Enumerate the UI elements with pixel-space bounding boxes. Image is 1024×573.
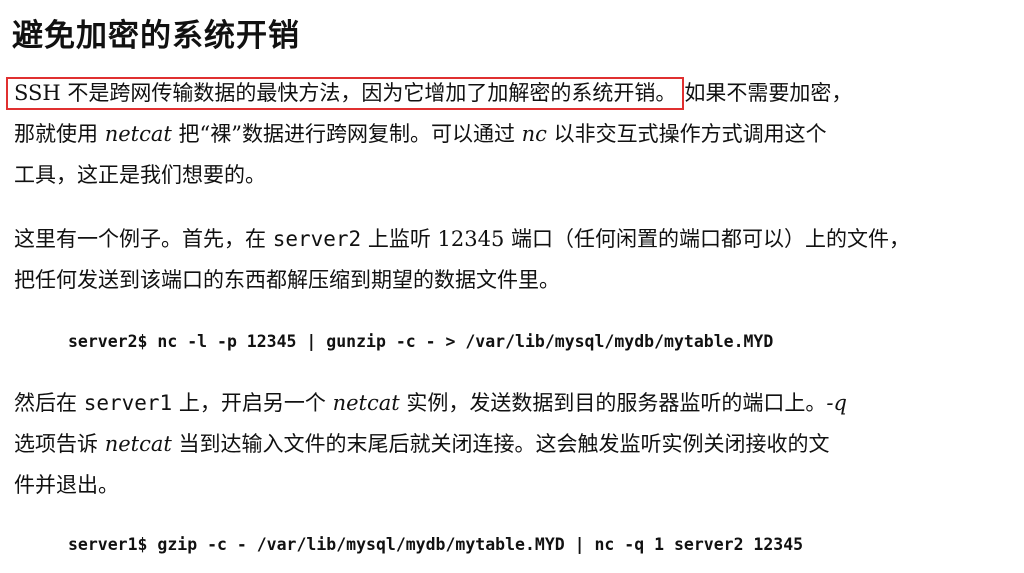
line-text: 当到达输入文件的末尾后就关闭连接。这会触发监听实例关闭接收的文 xyxy=(171,432,830,456)
paragraph-2-line-2: 把任何发送到该端口的东西都解压缩到期望的数据文件里。 xyxy=(14,268,560,292)
section-heading: 避免加密的系统开销 xyxy=(12,18,300,54)
paragraph-1-line-2: 那就使用 netcat 把“裸”数据进行跨网复制。可以通过 nc 以非交互式操作… xyxy=(14,114,852,155)
line-text: 把“裸”数据进行跨网复制。可以通过 xyxy=(171,122,522,146)
line-text: 上，开启另一个 xyxy=(172,391,333,415)
server2-term: server2 xyxy=(272,227,362,251)
paragraph-3: 然后在 server1 上，开启另一个 netcat 实例，发送数据到目的服务器… xyxy=(14,383,847,506)
paragraph-3-line-2: 选项告诉 netcat 当到达输入文件的末尾后就关闭连接。这会触发监听实例关闭接… xyxy=(14,424,847,465)
paragraph-1-line-3: 工具，这正是我们想要的。 xyxy=(14,163,266,187)
netcat-term: netcat xyxy=(104,432,172,456)
line-text: 这里有一个例子。首先，在 xyxy=(14,227,273,251)
netcat-term: netcat xyxy=(332,391,400,415)
line-text: 那就使用 xyxy=(14,122,105,146)
paragraph-3-line-1: 然后在 server1 上，开启另一个 netcat 实例，发送数据到目的服务器… xyxy=(14,383,847,424)
highlighted-sentence: SSH 不是跨网传输数据的最快方法，因为它增加了加解密的系统开销。 xyxy=(6,77,685,110)
code-block-server1: server1$ gzip -c - /var/lib/mysql/mydb/m… xyxy=(68,535,804,554)
line-text: 以非交互式操作方式调用这个 xyxy=(546,122,827,146)
code-block-server2: server2$ nc -l -p 12345 | gunzip -c - > … xyxy=(68,332,774,351)
paragraph-2-line-1: 这里有一个例子。首先，在 server2 上监听 12345 端口（任何闲置的端… xyxy=(14,219,910,260)
paragraph-3-line-3: 件并退出。 xyxy=(14,473,119,497)
line-text: 实例，发送数据到目的服务器监听的端口上。 xyxy=(399,391,827,415)
netcat-term: netcat xyxy=(104,122,172,146)
paragraph-2: 这里有一个例子。首先，在 server2 上监听 12345 端口（任何闲置的端… xyxy=(14,219,910,301)
nc-term: nc xyxy=(521,122,547,146)
line-text: 如果不需要加密， xyxy=(684,81,853,105)
document-page: 避免加密的系统开销 SSH 不是跨网传输数据的最快方法，因为它增加了加解密的系统… xyxy=(0,0,1024,573)
line-text: 上监听 12345 端口（任何闲置的端口都可以）上的文件， xyxy=(361,227,911,251)
line-text: 然后在 xyxy=(14,391,84,415)
option-q-term: -q xyxy=(826,391,847,415)
paragraph-1: SSH 不是跨网传输数据的最快方法，因为它增加了加解密的系统开销。 如果不需要加密… xyxy=(6,73,853,196)
paragraph-1-line-1: SSH 不是跨网传输数据的最快方法，因为它增加了加解密的系统开销。 如果不需要加密… xyxy=(6,73,853,114)
server1-term: server1 xyxy=(83,391,173,415)
line-text: 选项告诉 xyxy=(14,432,105,456)
